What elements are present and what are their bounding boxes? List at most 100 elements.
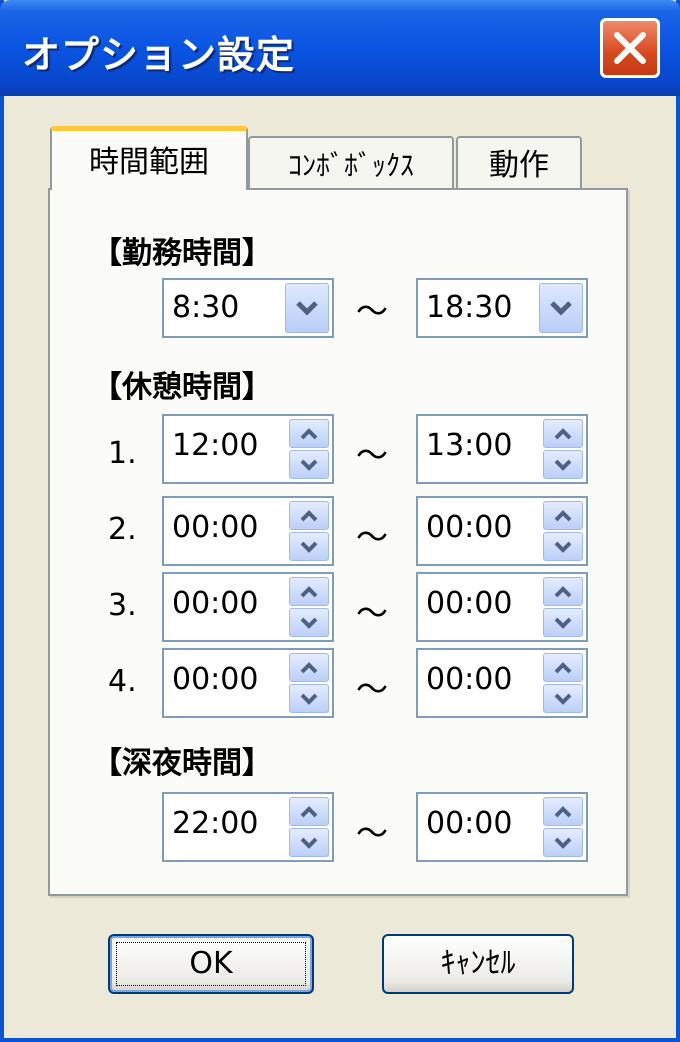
spin-up-button[interactable]	[543, 577, 583, 606]
chevron-up-icon	[300, 661, 318, 673]
spin-down-button[interactable]	[289, 828, 329, 857]
break-4-end-spinner[interactable]: 00:00	[416, 648, 588, 718]
break-3-end-spinner[interactable]: 00:00	[416, 572, 588, 642]
break-2-start-spinner[interactable]: 00:00	[162, 496, 334, 566]
cancel-button-label: ｷｬﾝｾﾙ	[440, 946, 516, 981]
spinner-buttons	[289, 419, 329, 479]
spinner-buttons	[289, 797, 329, 857]
spinner-buttons	[289, 653, 329, 713]
spinner-buttons	[289, 577, 329, 637]
chevron-down-icon	[554, 459, 572, 471]
spin-up-button[interactable]	[289, 653, 329, 682]
ok-button[interactable]: OK	[108, 934, 314, 994]
night-start-value: 22:00	[172, 806, 259, 841]
chevron-up-icon	[300, 805, 318, 817]
chevron-down-icon	[554, 693, 572, 705]
night-time-heading: 【深夜時間】	[92, 746, 272, 781]
work-time-separator: ～	[356, 292, 389, 330]
spin-up-button[interactable]	[543, 419, 583, 448]
break-3-start-value: 00:00	[172, 586, 259, 621]
tab-label: ｺﾝﾎﾞﾎﾞｯｸｽ	[287, 149, 414, 182]
spin-up-button[interactable]	[543, 653, 583, 682]
spin-up-button[interactable]	[289, 419, 329, 448]
night-end-value: 00:00	[426, 806, 513, 841]
break-2-separator: ～	[356, 518, 389, 556]
cancel-button[interactable]: ｷｬﾝｾﾙ	[382, 934, 574, 994]
break-1-start-spinner[interactable]: 12:00	[162, 414, 334, 484]
spin-down-button[interactable]	[289, 450, 329, 479]
work-time-heading: 【勤務時間】	[92, 236, 272, 271]
chevron-up-icon	[300, 427, 318, 439]
spin-down-button[interactable]	[289, 608, 329, 637]
spin-up-button[interactable]	[289, 577, 329, 606]
spin-down-button[interactable]	[289, 684, 329, 713]
chevron-down-icon	[300, 459, 318, 471]
spinner-buttons	[543, 577, 583, 637]
chevron-down-icon	[300, 693, 318, 705]
chevron-up-icon	[554, 805, 572, 817]
break-3-start-spinner[interactable]: 00:00	[162, 572, 334, 642]
chevron-down-icon	[296, 301, 318, 316]
tab-label: 時間範囲	[89, 145, 209, 180]
tab-behavior[interactable]: 動作	[456, 136, 582, 190]
chevron-down-icon	[554, 617, 572, 629]
break-row-number: 3.	[108, 588, 137, 623]
tab-label: 動作	[489, 148, 549, 183]
spin-up-button[interactable]	[543, 501, 583, 530]
work-start-combobox[interactable]: 8:30	[162, 278, 334, 338]
chevron-up-icon	[554, 661, 572, 673]
spin-down-button[interactable]	[543, 684, 583, 713]
chevron-up-icon	[554, 509, 572, 521]
chevron-down-icon	[300, 837, 318, 849]
break-2-start-value: 00:00	[172, 510, 259, 545]
break-row-number: 4.	[108, 664, 137, 699]
chevron-down-icon	[300, 541, 318, 553]
chevron-up-icon	[554, 585, 572, 597]
break-1-end-value: 13:00	[426, 428, 513, 463]
focus-rect	[116, 942, 306, 986]
work-start-value: 8:30	[172, 290, 240, 325]
chevron-down-icon	[554, 541, 572, 553]
spin-down-button[interactable]	[289, 532, 329, 561]
spin-down-button[interactable]	[543, 608, 583, 637]
tab-time-range[interactable]: 時間範囲	[50, 126, 248, 190]
chevron-up-icon	[300, 509, 318, 521]
spin-down-button[interactable]	[543, 532, 583, 561]
spinner-buttons	[543, 797, 583, 857]
break-2-end-spinner[interactable]: 00:00	[416, 496, 588, 566]
work-end-dropdown-button[interactable]	[539, 283, 583, 333]
spin-up-button[interactable]	[543, 797, 583, 826]
break-1-start-value: 12:00	[172, 428, 259, 463]
chevron-up-icon	[554, 427, 572, 439]
night-end-spinner[interactable]: 00:00	[416, 792, 588, 862]
work-start-dropdown-button[interactable]	[285, 283, 329, 333]
spin-up-button[interactable]	[289, 501, 329, 530]
break-1-separator: ～	[356, 436, 389, 474]
break-4-separator: ～	[356, 670, 389, 708]
break-3-separator: ～	[356, 594, 389, 632]
spin-down-button[interactable]	[543, 828, 583, 857]
title-bar[interactable]: オプション設定	[0, 0, 680, 96]
spinner-buttons	[289, 501, 329, 561]
chevron-down-icon	[550, 301, 572, 316]
work-end-combobox[interactable]: 18:30	[416, 278, 588, 338]
break-4-start-value: 00:00	[172, 662, 259, 697]
night-start-spinner[interactable]: 22:00	[162, 792, 334, 862]
chevron-up-icon	[300, 585, 318, 597]
spin-up-button[interactable]	[289, 797, 329, 826]
spinner-buttons	[543, 419, 583, 479]
break-row-number: 2.	[108, 512, 137, 547]
break-1-end-spinner[interactable]: 13:00	[416, 414, 588, 484]
break-row-number: 1.	[108, 436, 137, 471]
chevron-down-icon	[300, 617, 318, 629]
chevron-down-icon	[554, 837, 572, 849]
close-button[interactable]	[600, 18, 660, 78]
night-time-separator: ～	[356, 814, 389, 852]
tab-combo-box[interactable]: ｺﾝﾎﾞﾎﾞｯｸｽ	[248, 136, 454, 190]
spin-down-button[interactable]	[543, 450, 583, 479]
window-title: オプション設定	[22, 33, 296, 77]
break-4-start-spinner[interactable]: 00:00	[162, 648, 334, 718]
spinner-buttons	[543, 501, 583, 561]
break-3-end-value: 00:00	[426, 586, 513, 621]
close-icon	[614, 32, 646, 64]
